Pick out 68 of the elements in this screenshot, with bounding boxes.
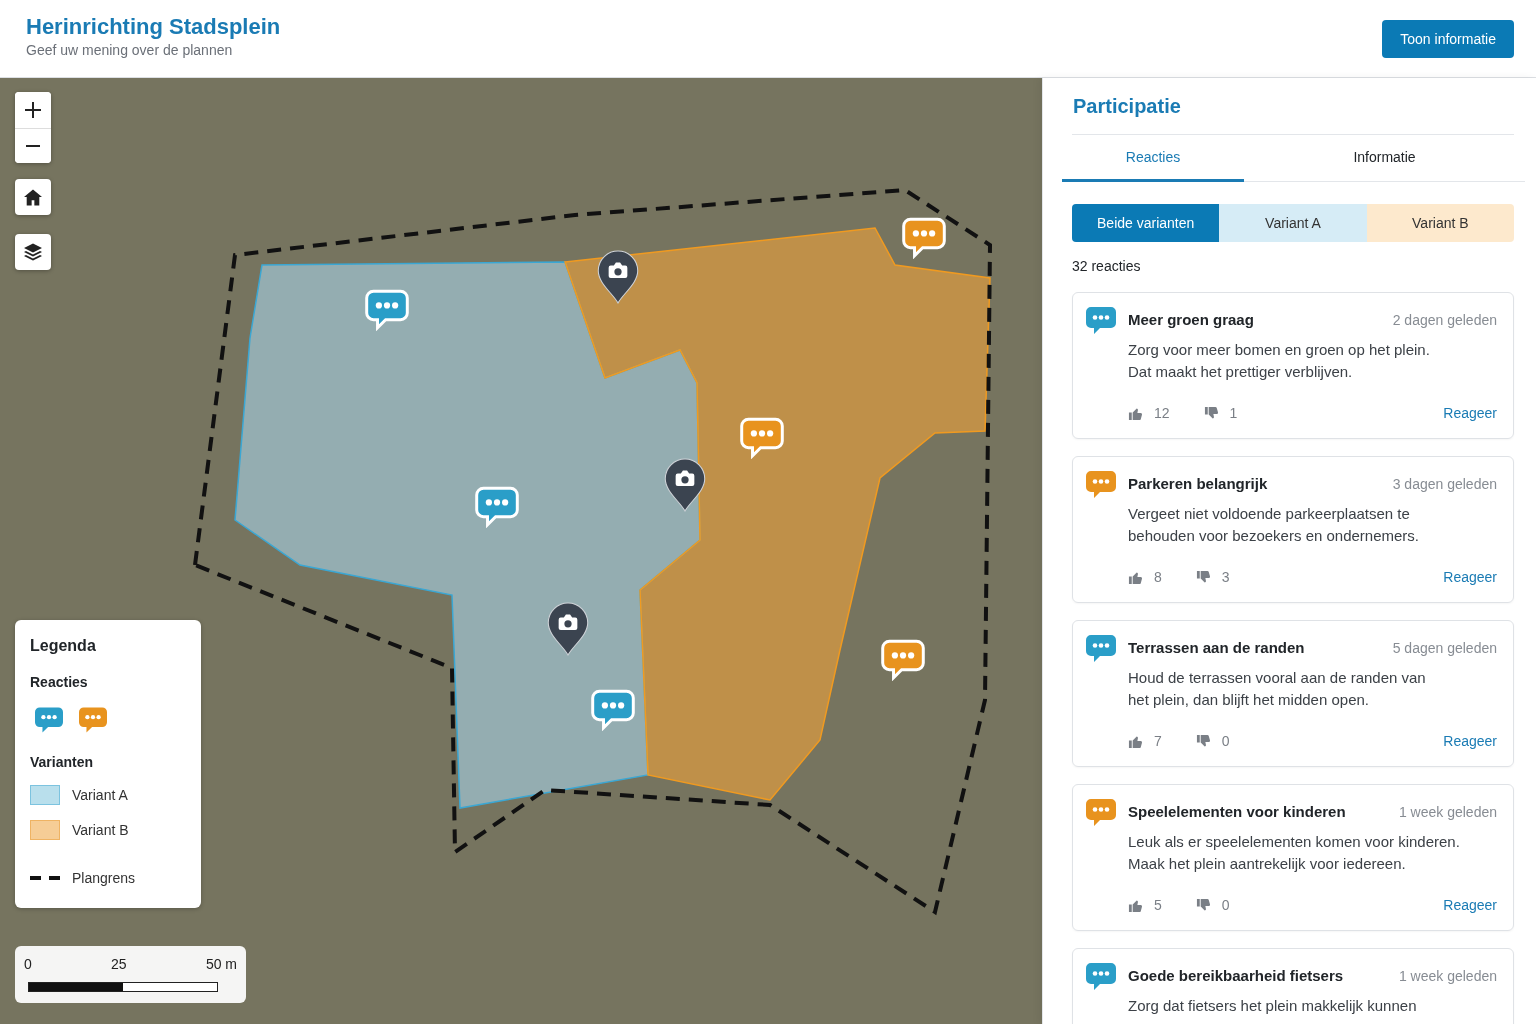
tab[interactable]: Informatie [1244, 135, 1525, 182]
like-count: 8 [1154, 568, 1162, 587]
camera-pin-icon[interactable] [664, 458, 706, 512]
home-button[interactable] [15, 179, 51, 215]
page-title: Herinrichting Stadsplein [26, 14, 281, 40]
speech-bubble-icon[interactable] [474, 485, 520, 528]
thumbs-down-icon[interactable] [1203, 405, 1219, 421]
layers-button[interactable] [15, 234, 51, 270]
legend-label: Plangrens [72, 869, 136, 888]
reply-link[interactable]: Reageer [1443, 895, 1497, 915]
scale-label: 0 [24, 955, 32, 974]
comment-text: Vergeet niet voldoende parkeerplaatsen te behouden voor bezoekers en ondernemers. [1128, 504, 1421, 546]
thumbs-down-icon[interactable] [1195, 897, 1211, 913]
camera-pin-icon[interactable] [597, 250, 639, 304]
comment-time: 2 dagen geleden [1392, 311, 1497, 330]
comment-time: 1 week geleden [1398, 803, 1497, 822]
comment-text: Leuk als er speelelementen komen voor kinderen. Maak het plein aantrekelijk voor iedereen. [1128, 832, 1461, 874]
comment-title: Parkeren belangrijk [1128, 474, 1268, 494]
reaction-count: 32 reacties [1072, 257, 1142, 276]
like-count: 5 [1154, 896, 1162, 915]
speech-bubble-icon[interactable] [590, 688, 636, 731]
dislike-count: 0 [1221, 896, 1230, 915]
filter-button[interactable]: Variant B [1366, 204, 1514, 242]
page-subtitle: Geef uw mening over de plannen [26, 41, 234, 59]
home-icon [24, 188, 42, 206]
thumbs-down-icon[interactable] [1195, 733, 1211, 749]
dislike-count: 3 [1221, 568, 1230, 587]
reply-link[interactable]: Reageer [1443, 731, 1497, 751]
speech-bubble-icon[interactable] [901, 216, 947, 259]
comment-title: Meer groen graag [1128, 310, 1254, 330]
comment-text: Zorg dat fietsers het plein makkelijk kunnen [1128, 996, 1418, 1016]
legend-title: Legenda [30, 636, 97, 656]
comment-time: 1 week geleden [1398, 967, 1497, 986]
dislike-count: 1 [1229, 404, 1238, 423]
thumbs-down-icon[interactable] [1195, 569, 1211, 585]
scale-label: 50 m [205, 955, 237, 974]
filter-button[interactable]: Beide varianten [1072, 204, 1220, 242]
comment-time: 5 dagen geleden [1392, 639, 1497, 658]
comment-time: 3 dagen geleden [1392, 475, 1497, 494]
zoom-out-button[interactable] [15, 127, 51, 163]
filter-button[interactable]: Variant A [1219, 204, 1367, 242]
info-button[interactable]: Toon informatie [1382, 20, 1514, 58]
like-count: 12 [1154, 404, 1170, 423]
plus-icon [25, 101, 41, 118]
speech-bubble-icon[interactable] [364, 288, 410, 331]
speech-bubble-icon[interactable] [880, 638, 926, 681]
layers-icon [24, 243, 42, 261]
comment-title: Goede bereikbaarheid fietsers [1128, 966, 1344, 986]
camera-pin-icon[interactable] [547, 602, 589, 656]
legend-heading: Reacties [30, 673, 89, 692]
reply-link[interactable]: Reageer [1443, 403, 1497, 423]
legend-heading: Varianten [30, 753, 95, 772]
comment-text: Houd de terrassen vooral aan de randen van het plein, dan blijft het midden open. [1128, 668, 1427, 710]
tab[interactable]: Reacties [1062, 135, 1244, 182]
minus-icon [26, 144, 40, 147]
speech-bubble-icon[interactable] [739, 416, 785, 459]
like-count: 7 [1154, 732, 1162, 751]
comment-title: Terrassen aan de randen [1128, 638, 1305, 658]
dislike-count: 0 [1221, 732, 1230, 751]
zoom-in-button[interactable] [15, 92, 51, 128]
comment-text: Zorg voor meer bomen en groen op het plein. Dat maakt het prettiger verblijven. [1128, 340, 1431, 382]
panel-title: Participatie [1072, 93, 1514, 135]
legend-label: Variant B [72, 821, 129, 840]
dashed-line-icon [30, 876, 60, 880]
reply-link[interactable]: Reageer [1443, 567, 1497, 587]
comment-title: Speelelementen voor kinderen [1128, 802, 1346, 822]
scale-label: 25 [111, 955, 127, 974]
legend-label: Variant A [72, 786, 128, 805]
